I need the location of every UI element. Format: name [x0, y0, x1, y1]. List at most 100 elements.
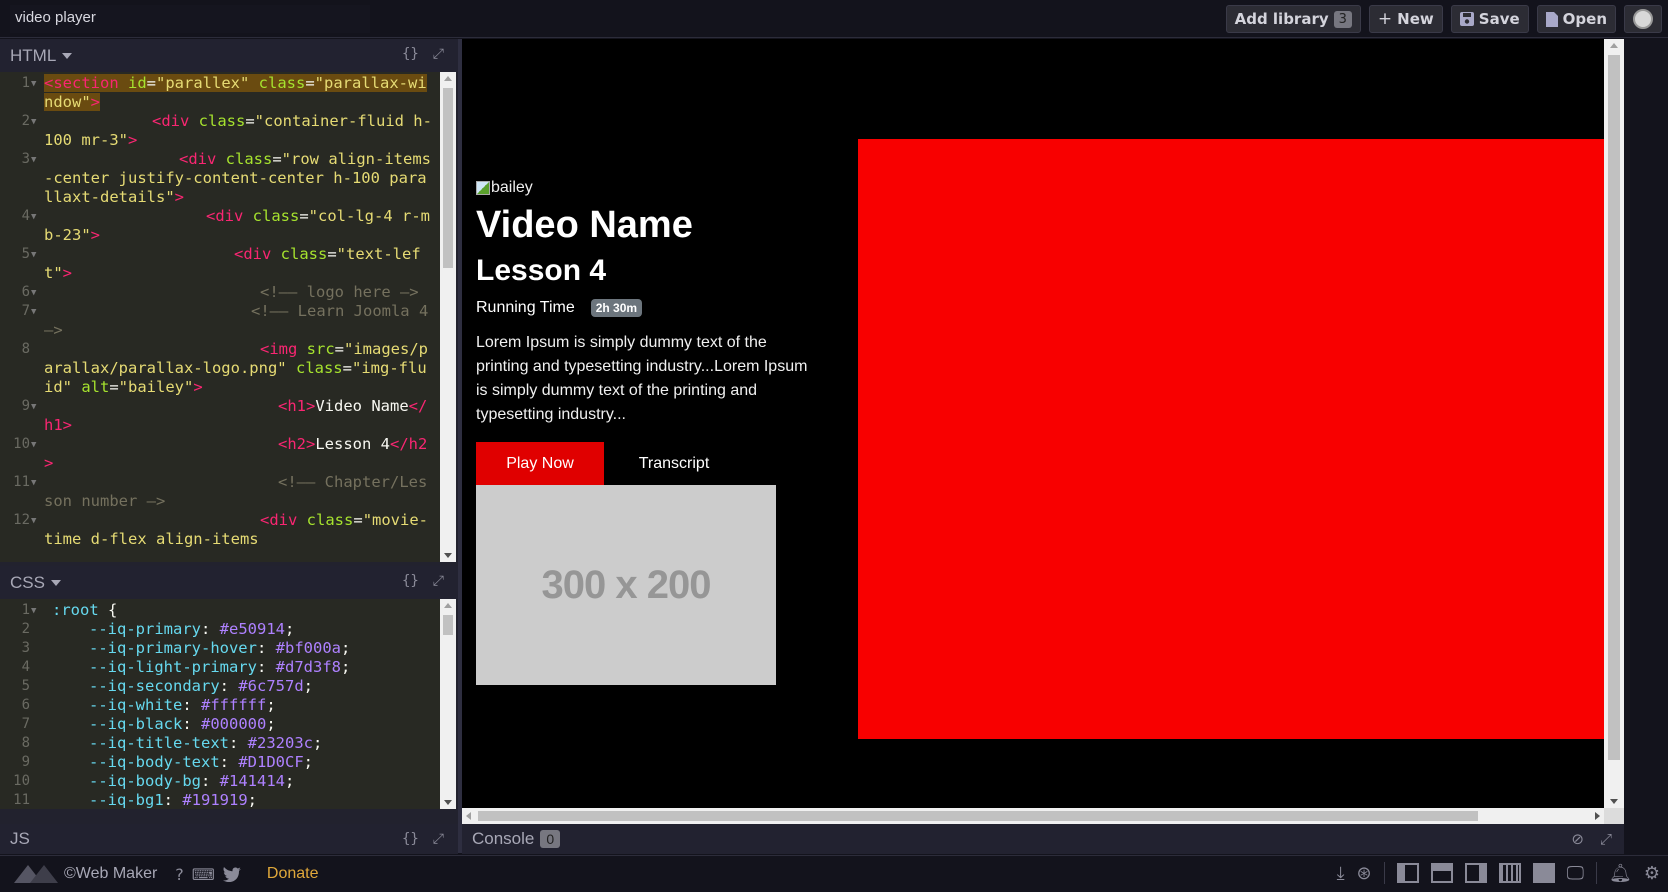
css-pane-header: CSS {} ⤢: [0, 566, 458, 599]
open-label: Open: [1562, 10, 1607, 28]
code-line: 4 --iq-light-primary: #d7d3f8;: [21, 658, 351, 676]
header-actions: Add library 3 + New Save Open: [1225, 5, 1662, 33]
preview-horizontal-scrollbar[interactable]: [462, 808, 1604, 824]
video-player[interactable]: [858, 139, 1624, 739]
code-line: 2 ▼ <div class="container-fluid h-100 mr-3…: [21, 112, 432, 149]
lesson-title: Lesson 4: [476, 254, 607, 287]
divider: [1383, 862, 1385, 884]
new-button[interactable]: + New: [1368, 5, 1443, 33]
donate-link[interactable]: Donate: [267, 865, 319, 883]
project-title-input[interactable]: video player: [10, 5, 370, 33]
divider: [1596, 862, 1597, 884]
format-code-icon[interactable]: {}: [402, 831, 419, 847]
code-line: 11 ▼ <!—— Chapter/Lesson number —>: [13, 473, 428, 510]
notifications-bell-icon[interactable]: 🔔︎: [1609, 863, 1632, 884]
layout-2-icon[interactable]: [1430, 863, 1453, 883]
settings-gear-icon[interactable]: ⚙: [1644, 863, 1660, 884]
code-line: 5 --iq-secondary: #6c757d;: [21, 677, 313, 695]
code-line: 6 ▼ <!—— logo here —>: [21, 283, 419, 301]
running-time: Running Time 2h 30m: [476, 299, 816, 317]
code-line: 3 --iq-primary-hover: #bf000a;: [21, 639, 351, 657]
expand-icon[interactable]: ⤢: [1600, 830, 1612, 848]
console-bar[interactable]: Console 0 ⊘ ⤢: [462, 824, 1624, 854]
html-mode-selector[interactable]: HTML: [10, 45, 73, 66]
save-label: Save: [1478, 10, 1520, 28]
console-count-badge: 0: [540, 830, 561, 848]
floppy-disk-icon: [1459, 12, 1474, 26]
broken-image-icon: [476, 181, 490, 195]
brand[interactable]: ©Web Maker: [14, 865, 157, 883]
html-pane-header: HTML {} ⤢: [0, 39, 458, 72]
detach-preview-icon[interactable]: 🖵: [1567, 863, 1584, 884]
file-icon: [1545, 11, 1558, 27]
css-editor-scrollbar[interactable]: [440, 599, 456, 809]
logo-image: bailey: [476, 179, 816, 197]
code-line: 11 --iq-bg1: #191919;: [13, 791, 257, 809]
expand-icon[interactable]: ⤢: [433, 46, 444, 62]
expand-icon[interactable]: ⤢: [433, 573, 444, 589]
code-line: 5 ▼ <div class="text-left">: [21, 245, 421, 282]
code-line: 2 --iq-primary: #e50914;: [21, 620, 295, 638]
twitter-icon[interactable]: [222, 866, 241, 882]
transcript-button[interactable]: Transcript: [604, 442, 744, 485]
editor-panes: HTML {} ⤢ 1 ▼ <section id="parallex" class…: [0, 39, 458, 854]
js-pane-label[interactable]: JS: [10, 829, 30, 849]
js-pane-header: JS {} ⤢: [0, 824, 458, 854]
add-library-label: Add library: [1234, 10, 1329, 28]
layout-3-icon[interactable]: [1464, 863, 1487, 883]
add-library-button[interactable]: Add library 3: [1225, 5, 1361, 33]
save-button[interactable]: Save: [1450, 5, 1529, 33]
plus-icon: +: [1377, 9, 1393, 29]
css-mode-selector[interactable]: CSS: [10, 573, 61, 593]
clear-console-icon[interactable]: ⊘: [1571, 830, 1584, 848]
layout-columns-icon[interactable]: [1498, 863, 1521, 883]
play-now-button[interactable]: Play Now: [476, 442, 604, 485]
layout-full-icon[interactable]: [1532, 863, 1555, 883]
console-label: Console: [472, 829, 535, 848]
download-icon[interactable]: ⤓: [1337, 863, 1345, 884]
code-line: 7 --iq-black: #000000;: [21, 715, 276, 733]
code-line: 6 --iq-white: #ffffff;: [21, 696, 276, 714]
keyboard-icon[interactable]: ⌨: [192, 865, 215, 884]
codepen-icon[interactable]: ⊛: [1357, 863, 1372, 884]
code-line: 3 ▼ <div class="row align-items-center jus…: [21, 150, 431, 206]
code-line: 1 ▼ <section id="parallex" class="parallax…: [21, 74, 427, 111]
running-time-badge: 2h 30m: [590, 299, 643, 317]
user-avatar-button[interactable]: [1624, 5, 1662, 33]
expand-icon[interactable]: ⤢: [433, 831, 444, 847]
format-code-icon[interactable]: {}: [402, 573, 419, 589]
top-header: video player Add library 3 + New Save Op…: [0, 0, 1668, 38]
code-line: 8 <img src="images/parallax/parallax-logo…: [21, 340, 429, 396]
code-line: 4 ▼ <div class="col-lg-4 r-mb-23">: [21, 207, 430, 244]
preview-frame: bailey Video Name Lesson 4 Running Time …: [462, 39, 1624, 823]
brand-label: ©Web Maker: [64, 865, 158, 882]
code-line: 10 --iq-body-bg: #141414;: [13, 772, 295, 790]
css-code-editor[interactable]: 1 ▼:root {2 --iq-primary: #e50914; 3 --iq-pr…: [0, 599, 440, 809]
video-title: Video Name: [476, 204, 693, 246]
code-line: 9 ▼ <h1>Video Name</h1>: [21, 397, 428, 434]
video-description: Lorem Ipsum is simply dummy text of the …: [476, 334, 808, 423]
html-pane-label: HTML: [10, 45, 57, 65]
layout-1-icon[interactable]: [1396, 863, 1419, 883]
format-code-icon[interactable]: {}: [402, 46, 419, 62]
html-code-editor[interactable]: 1 ▼ <section id="parallex" class="parallax…: [0, 72, 440, 562]
running-time-label: Running Time: [476, 299, 575, 316]
chevron-down-icon: [62, 52, 73, 59]
preview-vertical-scrollbar[interactable]: [1604, 39, 1624, 808]
help-icon[interactable]: ?: [175, 865, 184, 884]
code-line: 8 --iq-title-text: #23203c;: [21, 734, 323, 752]
avatar: [1633, 9, 1653, 29]
code-line: 12 ▼ <div class="movie-time d-flex align-i…: [13, 511, 429, 548]
open-button[interactable]: Open: [1536, 5, 1616, 33]
code-line: 9 --iq-body-text: #D1D0CF;: [21, 753, 313, 771]
video-details: bailey Video Name Lesson 4 Running Time …: [476, 179, 816, 685]
code-line: 10 ▼ <h2>Lesson 4</h2>: [13, 435, 428, 472]
code-line: 1 ▼:root {: [21, 601, 118, 619]
chevron-down-icon: [50, 579, 61, 586]
scrollbar-corner: [1604, 808, 1624, 824]
right-gutter: [1624, 39, 1668, 853]
html-editor-scrollbar[interactable]: [440, 72, 456, 562]
footer: ©Web Maker ? ⌨ Donate ⤓ ⊛ 🖵 🔔︎ ⚙: [0, 855, 1668, 892]
code-line: 7 ▼ <!—— Learn Joomla 4 —>: [21, 302, 438, 339]
logo-alt-text: bailey: [491, 179, 533, 196]
